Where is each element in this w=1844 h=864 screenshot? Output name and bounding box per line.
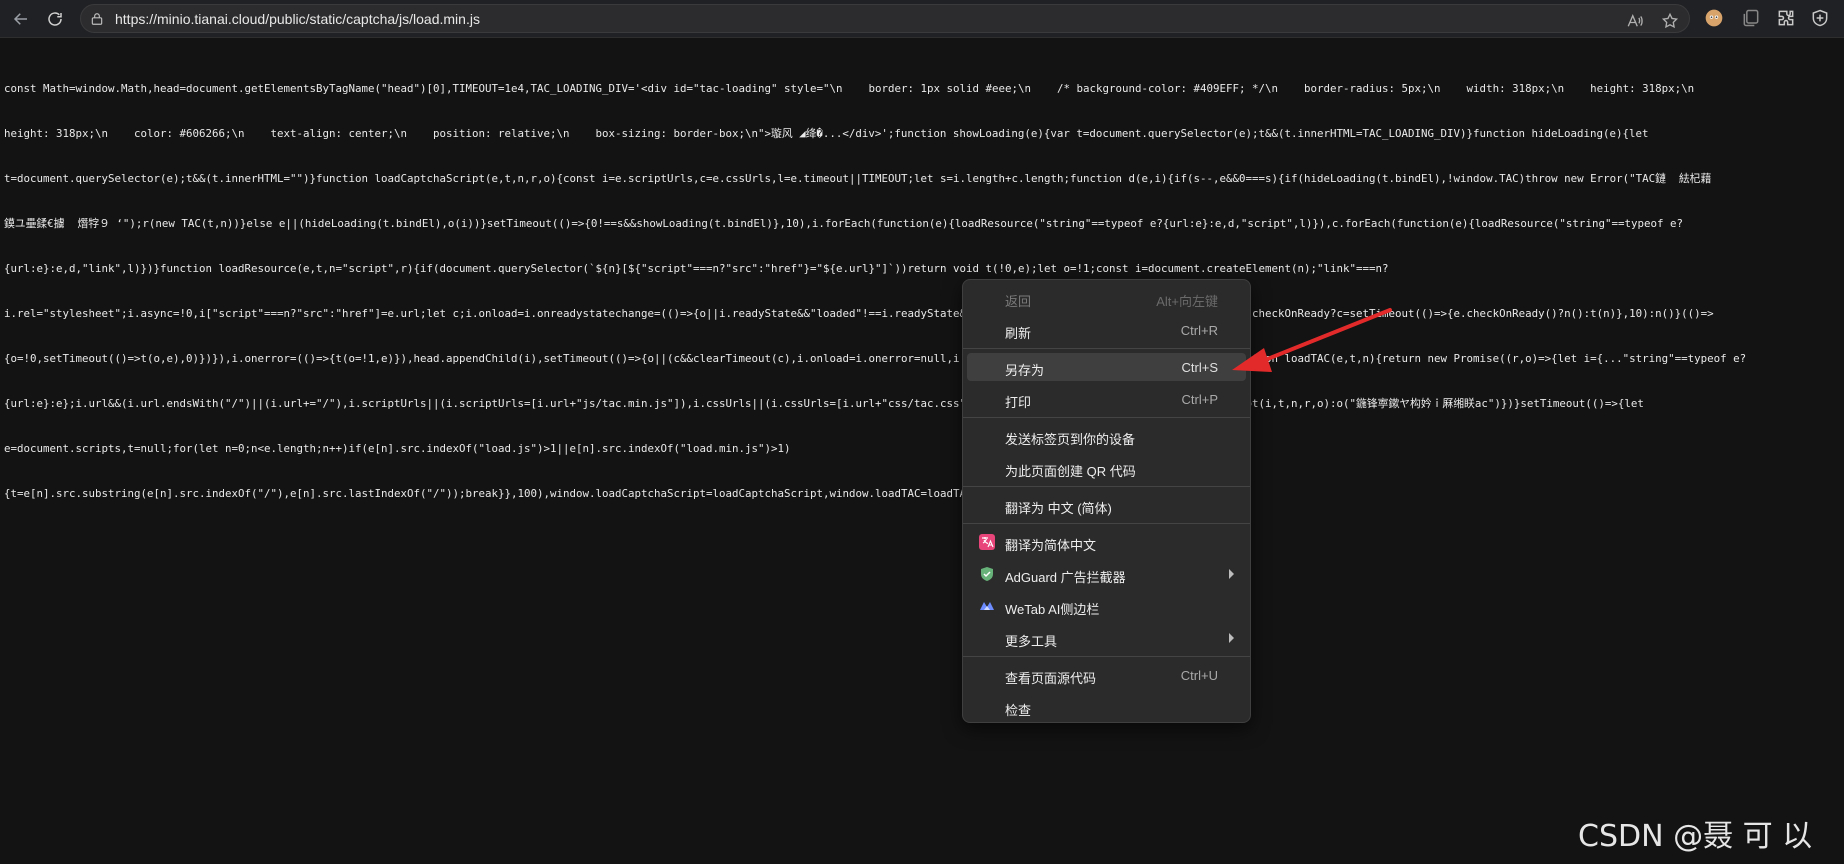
code-line: t=document.querySelector(e);t&&(t.innerH… <box>4 172 1712 185</box>
menu-item-label: 另存为 <box>1005 363 1045 378</box>
code-line: 鏌ユ壘鍒€擄 熸牸９ ‘");r(new TAC(t,n))}else e||(… <box>4 217 1683 230</box>
menu-item-inspect[interactable]: 检查 <box>967 693 1246 721</box>
watermark: CSDN @聂 可 以 <box>1578 819 1813 854</box>
browser-essentials-icon[interactable] <box>1810 8 1830 28</box>
menu-item-label: 检查 <box>1005 703 1032 718</box>
menu-divider <box>963 523 1250 524</box>
menu-item-adguard[interactable]: AdGuard 广告拦截器 <box>967 560 1246 588</box>
menu-item-wetab[interactable]: WeTab AI侧边栏 <box>967 592 1246 620</box>
submenu-arrow-icon <box>1229 569 1234 579</box>
menu-item-shortcut: Alt+向左键 <box>1156 294 1218 309</box>
menu-item-translate[interactable]: 翻译为 中文 (简体) <box>967 491 1246 519</box>
annotation-arrow-icon <box>1232 308 1392 372</box>
profile-avatar-icon[interactable] <box>1704 8 1724 28</box>
context-menu: 返回 Alt+向左键 刷新 Ctrl+R 另存为 Ctrl+S 打印 Ctrl+… <box>962 279 1251 723</box>
menu-divider <box>963 348 1250 349</box>
extensions-icon[interactable] <box>1776 8 1796 28</box>
menu-item-shortcut: Ctrl+S <box>1181 360 1218 375</box>
code-line: i.rel="stylesheet";i.async=!0,i["script"… <box>4 307 1714 320</box>
menu-item-label: 发送标签页到你的设备 <box>1005 432 1136 447</box>
menu-item-shortcut: Ctrl+R <box>1180 323 1218 338</box>
refresh-button[interactable] <box>42 6 68 32</box>
menu-item-label: 翻译为简体中文 <box>1005 538 1097 553</box>
browser-toolbar: https://minio.tianai.cloud/public/static… <box>0 0 1844 38</box>
code-line: {o=!0,setTimeout(()=>t(o,e),0)})}),i.one… <box>4 352 1747 365</box>
menu-item-shortcut: Ctrl+U <box>1180 668 1218 683</box>
code-line: height: 318px;\n color: #606266;\n text-… <box>4 127 1649 140</box>
menu-item-print[interactable]: 打印 Ctrl+P <box>967 385 1246 413</box>
menu-item-label: 打印 <box>1005 395 1032 410</box>
menu-divider <box>963 486 1250 487</box>
code-line: const Math=window.Math,head=document.get… <box>4 82 1695 95</box>
url-text: https://minio.tianai.cloud/public/static… <box>115 11 480 27</box>
refresh-icon <box>48 12 62 26</box>
menu-item-refresh[interactable]: 刷新 Ctrl+R <box>967 316 1246 344</box>
code-line: {url:e}:e,d,"link",l)})}function loadRes… <box>4 262 1389 275</box>
translate-icon <box>979 534 995 550</box>
back-button[interactable] <box>8 6 34 32</box>
menu-item-back[interactable]: 返回 Alt+向左键 <box>967 284 1246 312</box>
menu-item-label: AdGuard 广告拦截器 <box>1005 570 1126 585</box>
menu-item-more-tools[interactable]: 更多工具 <box>967 624 1246 652</box>
menu-divider <box>963 417 1250 418</box>
source-code: const Math=window.Math,head=document.get… <box>4 51 1842 531</box>
wetab-logo-icon <box>980 602 994 610</box>
menu-divider <box>963 656 1250 657</box>
menu-item-qr-code[interactable]: 为此页面创建 QR 代码 <box>967 454 1246 482</box>
address-bar[interactable]: https://minio.tianai.cloud/public/static… <box>80 4 1690 33</box>
code-line: {url:e}:e};i.url&&(i.url.endsWith("/")||… <box>4 397 1644 410</box>
adguard-shield-icon <box>981 567 993 581</box>
menu-item-label: 为此页面创建 QR 代码 <box>1005 464 1136 479</box>
menu-item-translate-extension[interactable]: 翻译为简体中文 <box>967 528 1246 556</box>
menu-item-label: 更多工具 <box>1005 634 1058 649</box>
arrow-left-icon <box>13 13 27 25</box>
menu-item-label: 翻译为 中文 (简体) <box>1005 501 1112 516</box>
site-info-icon[interactable] <box>90 12 104 26</box>
menu-item-view-source[interactable]: 查看页面源代码 Ctrl+U <box>967 661 1246 689</box>
submenu-arrow-icon <box>1229 633 1234 643</box>
read-aloud-icon[interactable] <box>1626 12 1644 30</box>
menu-item-save-as[interactable]: 另存为 Ctrl+S <box>967 353 1246 381</box>
code-line: {t=e[n].src.substring(e[n].src.indexOf("… <box>4 487 1129 500</box>
menu-item-label: 查看页面源代码 <box>1005 671 1097 686</box>
code-line: e=document.scripts,t=null;for(let n=0;n<… <box>4 442 791 455</box>
menu-item-send-tab[interactable]: 发送标签页到你的设备 <box>967 422 1246 450</box>
collections-icon[interactable] <box>1741 8 1761 28</box>
browser-window: https://minio.tianai.cloud/public/static… <box>0 0 1844 864</box>
favorite-star-icon[interactable] <box>1661 12 1679 30</box>
menu-item-label: 返回 <box>1005 294 1032 309</box>
menu-item-label: 刷新 <box>1005 326 1032 341</box>
menu-item-label: WeTab AI侧边栏 <box>1005 602 1100 617</box>
menu-item-shortcut: Ctrl+P <box>1181 392 1218 407</box>
